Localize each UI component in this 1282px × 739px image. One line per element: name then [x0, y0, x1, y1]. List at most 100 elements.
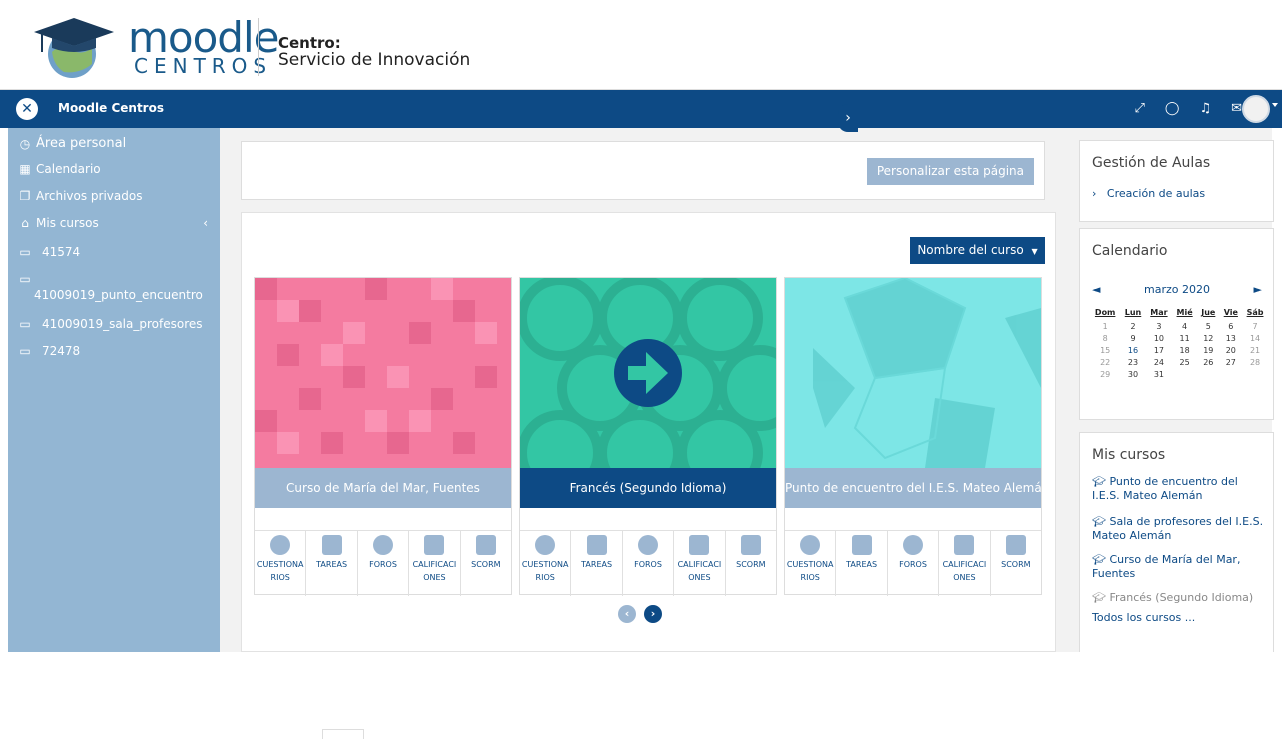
chevron-right-icon[interactable]: ›: [838, 104, 858, 132]
calendar-day[interactable]: 15: [1090, 344, 1120, 356]
activity-label: SCORM: [471, 560, 501, 569]
sidebar-item-course[interactable]: ▭ 41574: [18, 245, 80, 259]
all-courses-link[interactable]: Todos los cursos ...: [1092, 611, 1268, 625]
logo-text: moodle: [128, 13, 279, 62]
activity-grades[interactable]: CALIFICACI ONES: [939, 531, 991, 596]
close-drawer-icon[interactable]: ✕: [16, 98, 38, 120]
customize-page-button[interactable]: Personalizar esta página: [866, 158, 1034, 185]
sidebar-item-calendario[interactable]: ▦ Calendario: [18, 162, 100, 176]
activity-quizzes[interactable]: CUESTIONA RIOS: [520, 531, 572, 596]
sidebar-item-course[interactable]: ▭ 41009019_punto_encuentro: [18, 272, 203, 302]
sidebar-item-course[interactable]: ▭ 41009019_sala_profesores: [18, 317, 202, 331]
activity-scorm[interactable]: SCORM: [991, 531, 1041, 596]
calendar-day[interactable]: 9: [1120, 332, 1145, 344]
calendar-day[interactable]: 21: [1242, 344, 1268, 356]
activity-label: CALIFICACI: [677, 560, 722, 569]
sort-dropdown-button[interactable]: Nombre del curso ▼: [910, 237, 1045, 264]
calendar-day[interactable]: 30: [1120, 368, 1145, 380]
activity-quizzes[interactable]: CUESTIONA RIOS: [255, 531, 307, 596]
activity-assignments[interactable]: TAREAS: [836, 531, 888, 596]
calendar-day[interactable]: 2: [1120, 320, 1145, 332]
page-size-select[interactable]: [322, 729, 364, 739]
activity-forums[interactable]: FOROS: [358, 531, 410, 596]
activity-assignments[interactable]: TAREAS: [306, 531, 358, 596]
activity-forums[interactable]: FOROS: [623, 531, 675, 596]
link-label: Punto de encuentro del I.E.S. Mateo Alem…: [1092, 475, 1238, 502]
calendar-day[interactable]: 11: [1172, 332, 1197, 344]
activity-grades[interactable]: CALIFICACI ONES: [409, 531, 461, 596]
calendar-day[interactable]: 28: [1242, 356, 1268, 368]
calendar-day[interactable]: 3: [1146, 320, 1172, 332]
activity-scorm[interactable]: SCORM: [726, 531, 776, 596]
my-course-link[interactable]: 🎓︎ Sala de profesores del I.E.S. Mateo A…: [1092, 515, 1268, 543]
calendar-day[interactable]: 25: [1172, 356, 1197, 368]
calendar-day-today[interactable]: 16: [1120, 344, 1145, 356]
prev-month-icon[interactable]: ◄: [1092, 283, 1100, 296]
block-gestion-aulas: Gestión de Aulas › Creación de aulas: [1079, 140, 1274, 222]
calendar-day[interactable]: 22: [1090, 356, 1120, 368]
calendar-day[interactable]: 5: [1197, 320, 1219, 332]
calendar-day[interactable]: 13: [1220, 332, 1243, 344]
creacion-aulas-link[interactable]: › Creación de aulas: [1092, 187, 1205, 200]
calendar-day[interactable]: 10: [1146, 332, 1172, 344]
course-overview-panel: Nombre del curso ▼ Curso de María del Ma…: [241, 212, 1056, 739]
my-course-link[interactable]: 🎓︎ Francés (Segundo Idioma): [1092, 591, 1268, 605]
course-card[interactable]: Francés (Segundo Idioma) CUESTIONA RIOS T…: [519, 277, 777, 596]
course-title[interactable]: Curso de María del Mar, Fuentes: [255, 468, 511, 508]
calendar-day[interactable]: 6: [1220, 320, 1243, 332]
sidebar-item-mis-cursos[interactable]: ⌂ Mis cursos ‹: [18, 216, 208, 230]
chevron-right-icon: ›: [1092, 187, 1107, 200]
activity-label: ONES: [953, 573, 976, 582]
calendar-day[interactable]: 19: [1197, 344, 1219, 356]
site-logo[interactable]: moodle CENTROS: [30, 14, 279, 80]
course-title[interactable]: Punto de encuentro del I.E.S. Mateo Alem…: [785, 468, 1041, 508]
activity-assignments[interactable]: TAREAS: [571, 531, 623, 596]
calendar-day[interactable]: 29: [1090, 368, 1120, 380]
calendar-day[interactable]: 17: [1146, 344, 1172, 356]
activity-label: CALIFICACI: [942, 560, 987, 569]
expand-icon[interactable]: ⤢: [1134, 101, 1144, 116]
calendar-day[interactable]: 26: [1197, 356, 1219, 368]
next-page-icon[interactable]: ›: [644, 605, 662, 623]
activity-label: ONES: [423, 573, 446, 582]
calendar-day[interactable]: 18: [1172, 344, 1197, 356]
calendar-day[interactable]: 8: [1090, 332, 1120, 344]
course-card[interactable]: Curso de María del Mar, Fuentes CUESTION…: [254, 277, 512, 596]
calendar-day[interactable]: 12: [1197, 332, 1219, 344]
calendar-day[interactable]: 4: [1172, 320, 1197, 332]
activity-scorm[interactable]: SCORM: [461, 531, 511, 596]
activity-label: ONES: [688, 573, 711, 582]
site-name-link[interactable]: Moodle Centros: [58, 101, 164, 115]
bell-icon[interactable]: ♫: [1199, 101, 1211, 116]
calendar-day[interactable]: 27: [1220, 356, 1243, 368]
activity-grades[interactable]: CALIFICACI ONES: [674, 531, 726, 596]
calendar-day[interactable]: 31: [1146, 368, 1172, 380]
activity-quizzes[interactable]: CUESTIONA RIOS: [785, 531, 837, 596]
calendar-day[interactable]: 20: [1220, 344, 1243, 356]
chat-bubbles-icon: [638, 535, 659, 555]
next-month-icon[interactable]: ►: [1254, 283, 1262, 296]
user-avatar[interactable]: [1242, 95, 1278, 123]
prev-page-icon[interactable]: ‹: [618, 605, 636, 623]
calendar-grid: Dom Lun Mar Mié Jue Vie Sáb 1 2 3 4 5 6 …: [1090, 305, 1268, 380]
course-title[interactable]: Francés (Segundo Idioma): [520, 468, 776, 508]
grades-icon: [689, 535, 710, 555]
calendar-day[interactable]: 23: [1120, 356, 1145, 368]
calendar-day[interactable]: 7: [1242, 320, 1268, 332]
calendar-day[interactable]: 14: [1242, 332, 1268, 344]
mail-icon[interactable]: ✉: [1231, 101, 1242, 116]
chat-icon[interactable]: ◯: [1165, 101, 1180, 116]
course-card[interactable]: Punto de encuentro del I.E.S. Mateo Alem…: [784, 277, 1042, 596]
monitor-icon: [475, 535, 496, 555]
my-course-link[interactable]: 🎓︎ Curso de María del Mar, Fuentes: [1092, 553, 1268, 581]
calendar-day[interactable]: 24: [1146, 356, 1172, 368]
calendar-day[interactable]: 1: [1090, 320, 1120, 332]
header-divider: [258, 18, 259, 76]
sidebar-item-archivos[interactable]: ❐ Archivos privados: [18, 189, 143, 203]
activity-forums[interactable]: FOROS: [888, 531, 940, 596]
my-course-link[interactable]: 🎓︎ Punto de encuentro del I.E.S. Mateo A…: [1092, 475, 1268, 503]
monitor-icon: [740, 535, 761, 555]
chevron-left-icon[interactable]: ‹: [203, 216, 208, 230]
sidebar-item-area-personal[interactable]: ◷ Área personal: [18, 136, 126, 151]
sidebar-item-course[interactable]: ▭ 72478: [18, 344, 80, 358]
